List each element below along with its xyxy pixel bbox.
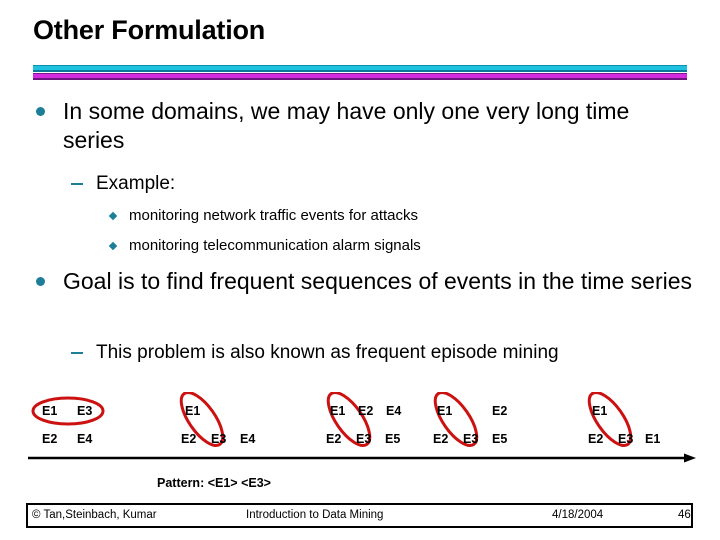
event-sequence-diagram: E1 E3 E2 E4 E1 E2 E3 E4 E1 E2 E4 E2 E3 E5 E1 E2 E2 E3 E5 E1…: [0, 392, 720, 502]
event-label: E2: [181, 432, 197, 446]
event-label: E1: [42, 404, 58, 418]
bullet-item-level2-1: Example:: [71, 172, 671, 196]
bullet-diamond-icon: [108, 211, 118, 221]
bullet-level1-2-text: Goal is to find frequent sequences of ev…: [63, 268, 693, 294]
event-label: E1: [437, 404, 453, 418]
footer-book-title: Introduction to Data Mining: [246, 509, 384, 521]
bullet-item-level3-1: monitoring network traffic events for at…: [108, 206, 670, 226]
event-label: E4: [386, 404, 402, 418]
pattern-label: Pattern: <E1> <E3>: [157, 476, 271, 490]
bullet-level1-1-text: In some domains, we may have only one ve…: [63, 98, 630, 153]
event-label: E3: [618, 432, 634, 446]
bullet-diamond-icon: [108, 241, 118, 251]
event-label: E1: [592, 404, 608, 418]
event-label: E2: [358, 404, 374, 418]
footer-page-number: 46: [678, 509, 691, 521]
event-label: E2: [433, 432, 449, 446]
footer-date: 4/18/2004: [552, 509, 604, 521]
slide-footer: © Tan,Steinbach, Kumar Introduction to D…: [26, 503, 693, 528]
bullet-dot-icon: [36, 107, 45, 116]
bullet-item-level1-1: In some domains, we may have only one ve…: [36, 97, 696, 155]
bullet-level2-1-text: Example:: [96, 173, 176, 194]
event-label: E4: [77, 432, 93, 446]
event-label: E2: [492, 404, 508, 418]
bullet-item-level1-2: Goal is to find frequent sequences of ev…: [36, 267, 696, 296]
event-label: E2: [42, 432, 58, 446]
timeline-arrow: [28, 453, 696, 463]
event-label: E1: [185, 404, 201, 418]
event-label: E5: [385, 432, 401, 446]
event-label: E4: [240, 432, 256, 446]
bullet-dash-icon: [71, 352, 83, 354]
bullet-item-level3-2: monitoring telecommunication alarm signa…: [108, 236, 670, 256]
event-label: E5: [492, 432, 508, 446]
footer-copyright: © Tan,Steinbach, Kumar: [32, 509, 157, 521]
bullet-dash-icon: [71, 183, 83, 185]
divider-rule-cyan: [33, 65, 687, 72]
page-title: Other Formulation: [33, 15, 266, 45]
event-label: E3: [463, 432, 479, 446]
event-label: E2: [588, 432, 604, 446]
bullet-item-level2-2: This problem is also known as frequent e…: [71, 341, 701, 365]
event-label: E3: [77, 404, 93, 418]
bullet-level3-2-text: monitoring telecommunication alarm signa…: [129, 237, 421, 254]
event-label: E3: [356, 432, 372, 446]
event-label: E2: [326, 432, 342, 446]
event-label: E3: [211, 432, 227, 446]
event-label: E1: [645, 432, 661, 446]
event-label: E1: [330, 404, 346, 418]
bullet-level3-1-text: monitoring network traffic events for at…: [129, 207, 419, 224]
bullet-level2-2-text: This problem is also known as frequent e…: [96, 342, 559, 363]
divider-rule-magenta: [33, 73, 687, 80]
bullet-dot-icon: [36, 277, 45, 286]
